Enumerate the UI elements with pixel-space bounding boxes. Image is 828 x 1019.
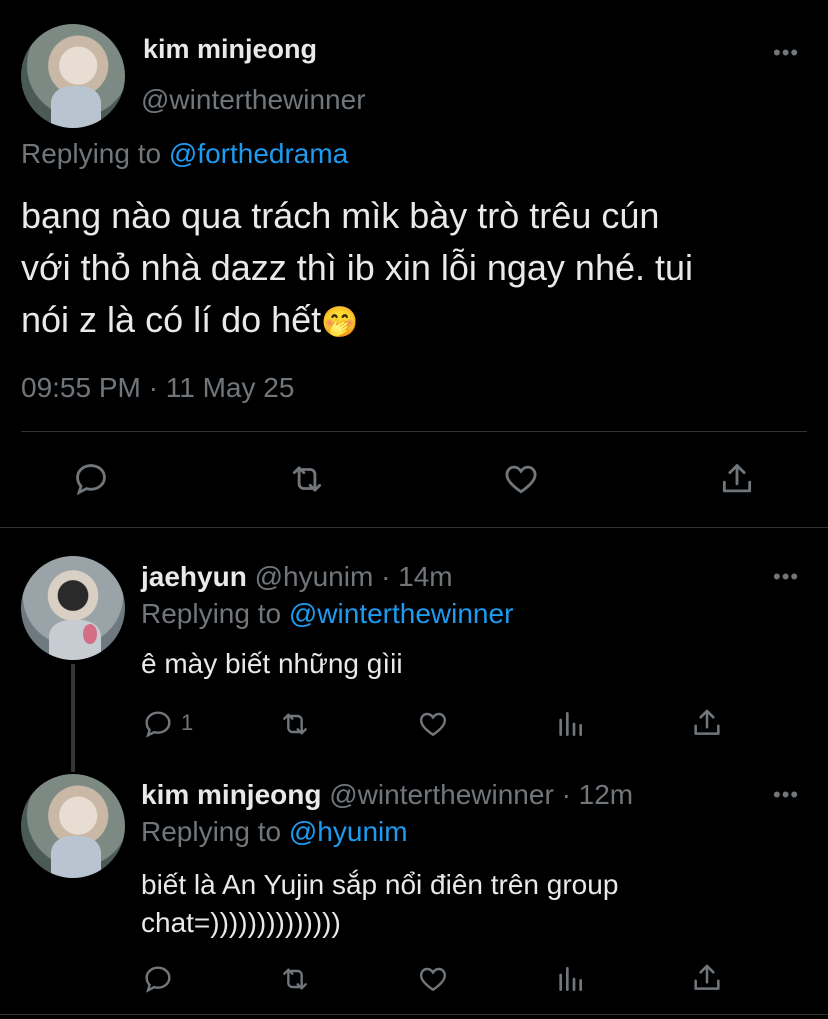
replying-prefix: Replying to	[141, 598, 282, 629]
share-icon[interactable]	[717, 460, 757, 498]
reply-text-line: chat=))))))))))))))	[141, 907, 341, 938]
display-name[interactable]: jaehyun	[141, 561, 247, 592]
avatar[interactable]	[21, 556, 125, 660]
tweet-text-line: nói z là có lí do hết🤭	[21, 299, 359, 340]
display-name[interactable]: kim minjeong	[143, 34, 317, 65]
divider	[0, 527, 828, 528]
more-options-icon[interactable]: •••	[773, 42, 799, 64]
replying-to-link[interactable]: @winterthewinner	[289, 598, 514, 629]
handle[interactable]: @winterthewinner	[141, 84, 366, 116]
handle[interactable]: @winterthewinner	[329, 779, 554, 810]
divider	[0, 1014, 828, 1015]
heart-icon[interactable]	[416, 963, 450, 995]
reply-header: kim minjeong @winterthewinner · 12m	[141, 779, 633, 811]
handle[interactable]: @hyunim	[255, 561, 374, 592]
analytics-icon[interactable]	[554, 708, 586, 740]
tweet-text-line: với thỏ nhà dazz thì ib xin lỗi ngay nhé…	[21, 247, 694, 288]
reply-icon[interactable]	[142, 708, 174, 740]
reply-time[interactable]: · 14m	[381, 561, 453, 592]
more-options-icon[interactable]: •••	[773, 566, 799, 588]
display-name[interactable]: kim minjeong	[141, 779, 321, 810]
replying-to-link[interactable]: @hyunim	[289, 816, 408, 847]
reply-icon[interactable]	[142, 963, 174, 995]
divider	[21, 431, 807, 432]
heart-icon[interactable]	[416, 708, 450, 740]
replying-prefix: Replying to	[141, 816, 282, 847]
heart-icon[interactable]	[501, 460, 541, 498]
reply-count: 1	[181, 710, 194, 735]
replying-prefix: Replying to	[21, 138, 162, 169]
avatar[interactable]	[21, 774, 125, 878]
reply-text-line: biết là An Yujin sắp nổi điên trên group	[141, 869, 619, 900]
reply-time[interactable]: · 12m	[562, 779, 634, 810]
retweet-icon[interactable]	[278, 963, 312, 995]
reply-text: biết là An Yujin sắp nổi điên trên group…	[141, 866, 618, 942]
replying-to: Replying to @forthedrama	[21, 138, 348, 170]
timestamp[interactable]: 09:55 PM · 11 May 25	[21, 372, 294, 404]
share-icon[interactable]	[690, 706, 724, 740]
reply-text: ê mày biết những gìii	[141, 648, 403, 679]
tweet-text: bạng nào qua trách mìk bày trò trêu cún …	[21, 190, 821, 349]
retweet-icon[interactable]	[278, 708, 312, 740]
reply-header: jaehyun @hyunim · 14m	[141, 561, 453, 593]
tweet-text-line: bạng nào qua trách mìk bày trò trêu cún	[21, 195, 660, 236]
avatar[interactable]	[21, 24, 125, 128]
thread-line	[71, 664, 75, 772]
retweet-icon[interactable]	[287, 460, 327, 498]
share-icon[interactable]	[690, 961, 724, 995]
analytics-icon[interactable]	[554, 963, 586, 995]
emoji: 🤭	[321, 306, 359, 339]
replying-to: Replying to @winterthewinner	[141, 598, 513, 630]
replying-to: Replying to @hyunim	[141, 816, 408, 848]
more-options-icon[interactable]: •••	[773, 784, 799, 806]
reply-icon[interactable]	[72, 460, 110, 498]
replying-to-link[interactable]: @forthedrama	[169, 138, 348, 169]
